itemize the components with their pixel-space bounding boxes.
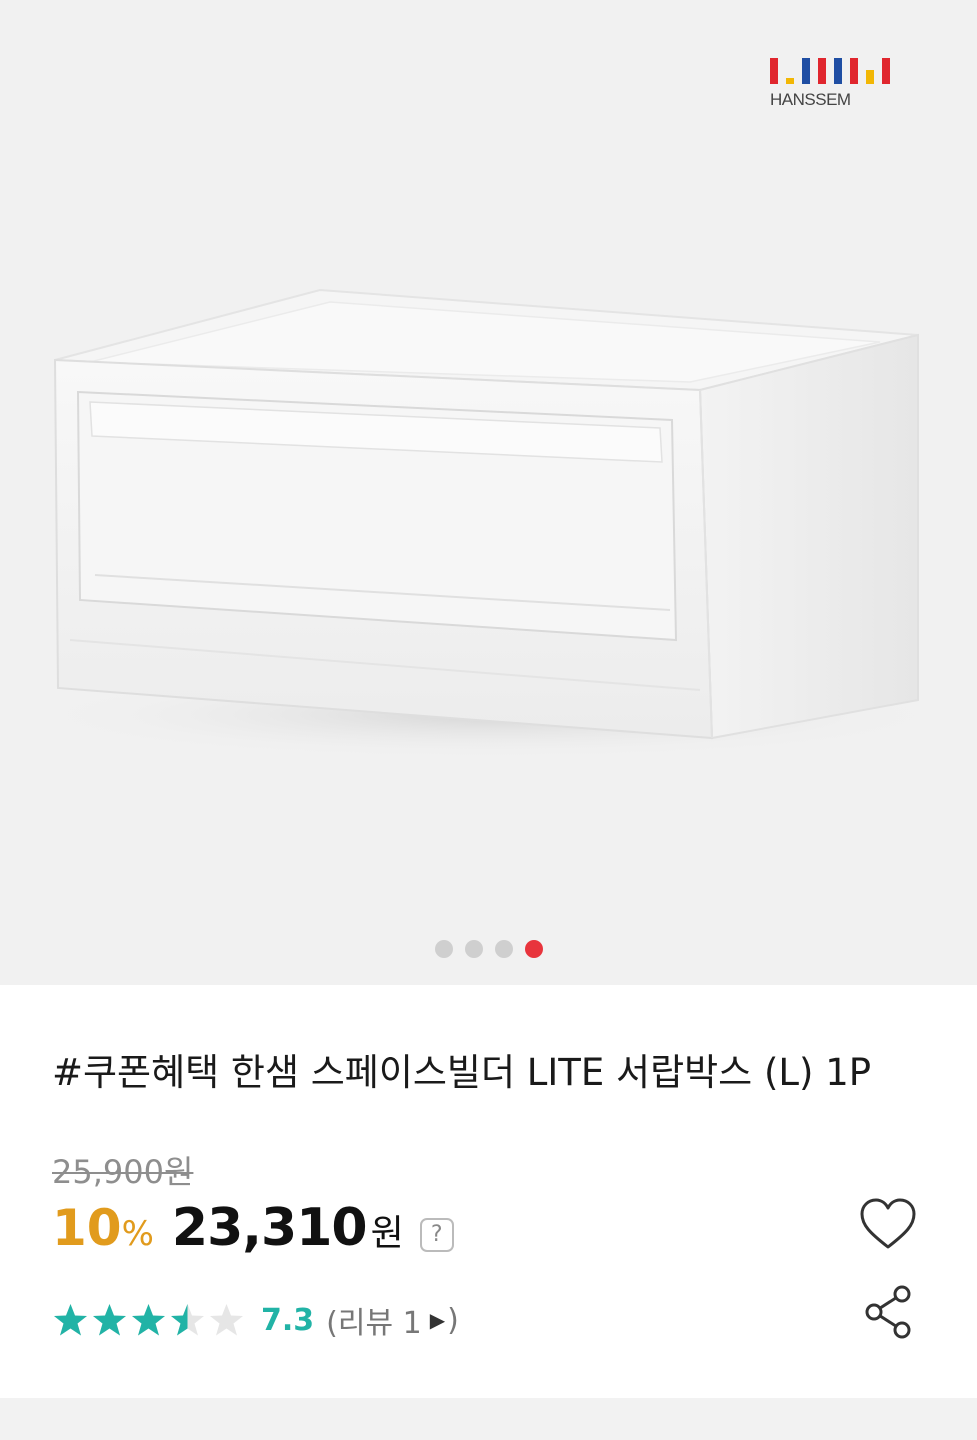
star-rating xyxy=(52,1302,245,1339)
discount-rate: 10 xyxy=(52,1199,122,1257)
sale-price: 23,310 xyxy=(171,1198,368,1258)
product-image-gallery[interactable]: HANSSEM xyxy=(0,0,977,985)
logo-bar xyxy=(882,58,890,84)
logo-bar xyxy=(850,58,858,84)
rating-score: 7.3 xyxy=(261,1302,315,1338)
star-icon xyxy=(54,1303,87,1335)
brand-logo: HANSSEM xyxy=(770,58,930,114)
review-count-label: (리뷰 1 xyxy=(326,1306,422,1341)
logo-bar xyxy=(802,58,810,84)
carousel-dot[interactable] xyxy=(434,940,453,958)
share-button[interactable] xyxy=(860,1282,916,1342)
review-link[interactable]: (리뷰 1 ▶ ) xyxy=(326,1298,459,1342)
rating-row: 7.3 (리뷰 1 ▶ ) xyxy=(52,1297,459,1343)
currency-label: 원 xyxy=(370,1213,404,1254)
logo-bar xyxy=(866,70,874,84)
wishlist-button[interactable] xyxy=(858,1195,918,1255)
star-icon xyxy=(210,1303,243,1335)
star-icon xyxy=(93,1303,126,1335)
brand-name: HANSSEM xyxy=(770,90,851,109)
brand-logo-mark xyxy=(770,58,930,84)
heart-icon xyxy=(860,1198,916,1249)
original-price: 25,900원 xyxy=(52,1153,194,1191)
discount-unit: % xyxy=(121,1214,154,1254)
star-icon xyxy=(171,1303,204,1335)
price-help-icon[interactable]: ? xyxy=(419,1217,454,1252)
logo-bar xyxy=(786,78,794,84)
section-divider xyxy=(0,1398,977,1440)
carousel-dot[interactable] xyxy=(494,940,513,958)
logo-bar xyxy=(770,58,778,84)
carousel-indicators xyxy=(0,940,977,958)
logo-bar xyxy=(834,58,842,84)
price-row: 10 % 23,310 원 ? xyxy=(52,1198,454,1268)
play-arrow-icon: ▶ xyxy=(429,1308,446,1332)
product-photo xyxy=(20,288,960,760)
share-icon xyxy=(865,1285,911,1339)
carousel-dot-active[interactable] xyxy=(524,940,543,958)
logo-bar xyxy=(818,58,826,84)
star-icon xyxy=(132,1303,165,1335)
carousel-dot[interactable] xyxy=(464,940,483,958)
product-title: #쿠폰혜택 한샘 스페이스빌더 LITE 서랍박스 (L) 1P xyxy=(52,1051,872,1094)
review-close-paren: ) xyxy=(447,1302,459,1338)
